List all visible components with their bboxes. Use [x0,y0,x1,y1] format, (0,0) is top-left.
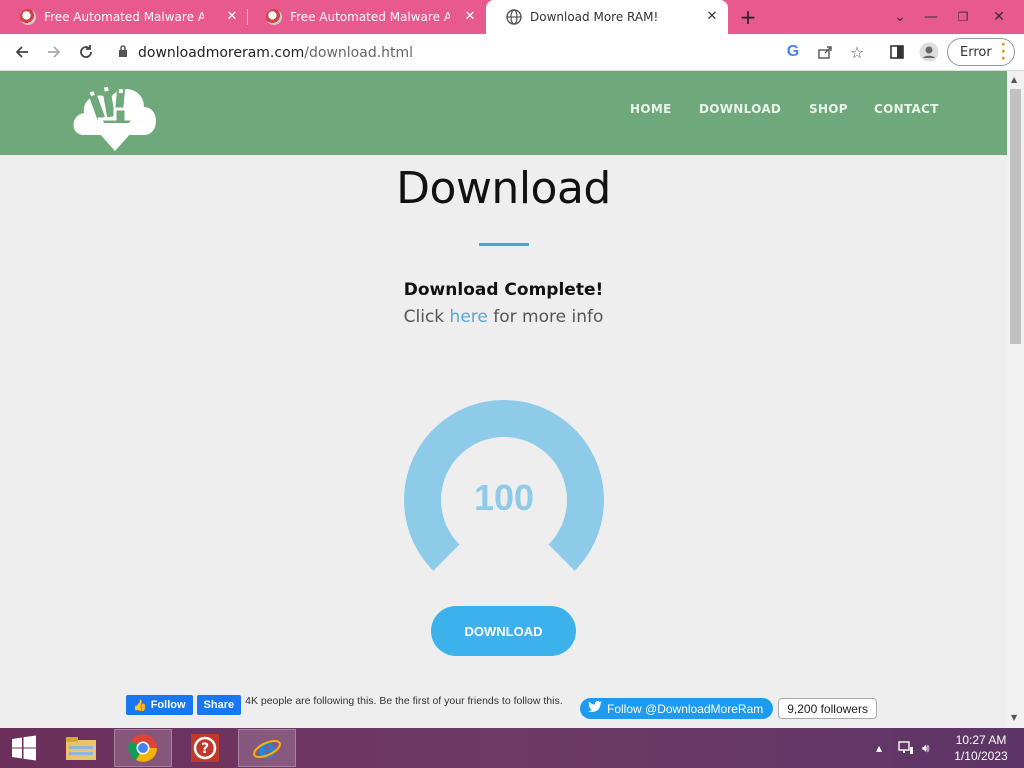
chrome-icon[interactable] [114,729,172,767]
browser-tab-bar: Free Automated Malware Analysis ✕ Free A… [0,0,1024,34]
globe-favicon-icon [266,9,282,25]
internet-explorer-icon[interactable]: e [238,729,296,767]
tab-title: Free Automated Malware Analysis [290,10,450,24]
nav-download-link[interactable]: DOWNLOAD [699,102,781,116]
start-icon[interactable] [0,729,48,767]
forward-arrow-icon[interactable] [40,38,68,66]
click-prefix: Click [403,307,450,327]
side-panel-icon[interactable] [883,38,911,66]
facebook-follow-button[interactable]: 👍 Follow [126,695,193,715]
google-translate-icon[interactable]: G [779,38,807,66]
twitter-bird-icon [588,701,602,716]
fb-follow-label: Follow [150,699,186,711]
download-button[interactable]: DOWNLOAD [431,606,576,656]
browser-toolbar: downloadmoreram.com/download.html G ☆ Er… [0,34,1024,71]
facebook-follow-text: 4K people are following this. Be the fir… [245,695,563,707]
url-host: downloadmoreram.com [138,44,305,61]
nav-shop-link[interactable]: SHOP [809,102,848,116]
page-title: Download [396,163,611,214]
close-tab-icon[interactable]: ✕ [224,9,240,24]
more-info-link[interactable]: here [450,307,488,327]
nav-home-link[interactable]: HOME [630,102,672,116]
new-tab-button[interactable]: + [734,0,762,34]
tab-search-chevron-icon[interactable]: ⌄ [886,0,914,34]
close-tab-icon[interactable]: ✕ [462,9,478,24]
download-status: Download Complete! [403,280,604,300]
error-label: Error [960,44,992,60]
tab-download-more-ram[interactable]: Download More RAM! ✕ [486,0,728,34]
svg-text:e: e [258,733,276,763]
twitter-widget: Follow @DownloadMoreRam 9,200 followers [580,698,877,719]
page-viewport: HOME DOWNLOAD SHOP CONTACT Download Down… [0,71,1007,728]
twitter-follow-label: Follow @DownloadMoreRam [607,701,764,716]
window-close-icon[interactable]: ✕ [982,0,1016,34]
more-info-line: Click here for more info [0,307,1007,327]
menu-dots-icon[interactable]: · · · [1001,38,1006,66]
profile-error-button[interactable]: Error · · · [947,38,1015,66]
clock-time: 10:27 AM [955,733,1007,747]
scroll-down-arrow-icon[interactable]: ▼ [1011,713,1017,722]
tab-title: Download More RAM! [530,10,659,24]
volume-icon[interactable]: 🔊︎ [922,728,930,768]
profile-avatar-icon[interactable] [915,38,943,66]
system-clock[interactable]: 10:27 AM 1/10/2023 [946,732,1016,764]
clock-date: 1/10/2023 [954,749,1008,763]
click-suffix: for more info [487,307,604,327]
reload-icon[interactable] [72,38,100,66]
facebook-widget: 👍 Follow Share 4K people are following t… [126,695,565,715]
scroll-up-arrow-icon[interactable]: ▲ [1011,75,1017,84]
twitter-follow-button[interactable]: Follow @DownloadMoreRam [580,698,774,719]
tab-malware-analysis-1[interactable]: Free Automated Malware Analysis ✕ [0,0,248,34]
nav-contact-link[interactable]: CONTACT [874,102,939,116]
tray-overflow-icon[interactable]: ▴ [876,728,882,768]
minimize-icon[interactable]: — [916,0,946,34]
twitter-followers-count: 9,200 followers [778,698,877,719]
thumbs-up-icon: 👍 [133,699,147,712]
windows-taskbar: ? e ▴ 🔊︎ 10:27 AM 1/10/2023 [0,728,1024,768]
close-tab-icon[interactable]: ✕ [704,9,720,24]
gauge-value: 100 [473,477,535,518]
title-divider [479,243,529,246]
address-bar[interactable]: downloadmoreram.com/download.html [106,37,876,68]
help-icon[interactable]: ? [176,729,234,767]
file-explorer-icon[interactable] [52,729,110,767]
url-path: /download.html [304,44,414,61]
network-icon[interactable] [898,728,914,768]
vertical-scrollbar[interactable]: ▲ ▼ [1007,71,1024,728]
svg-text:?: ? [201,741,209,757]
back-arrow-icon[interactable] [8,38,36,66]
restore-icon[interactable]: ❐ [948,0,978,34]
download-more-ram-logo-icon[interactable] [70,79,160,151]
tab-title: Free Automated Malware Analysis [44,10,204,24]
globe-icon [506,9,522,25]
bookmark-star-icon[interactable]: ☆ [843,38,871,66]
share-icon[interactable] [811,38,839,66]
site-header: HOME DOWNLOAD SHOP CONTACT [0,71,1007,155]
tab-malware-analysis-2[interactable]: Free Automated Malware Analysis ✕ [246,0,486,34]
lock-icon[interactable] [118,44,128,61]
globe-favicon-icon [20,9,36,25]
facebook-share-button[interactable]: Share [196,695,242,715]
scrollbar-thumb[interactable] [1010,89,1021,344]
